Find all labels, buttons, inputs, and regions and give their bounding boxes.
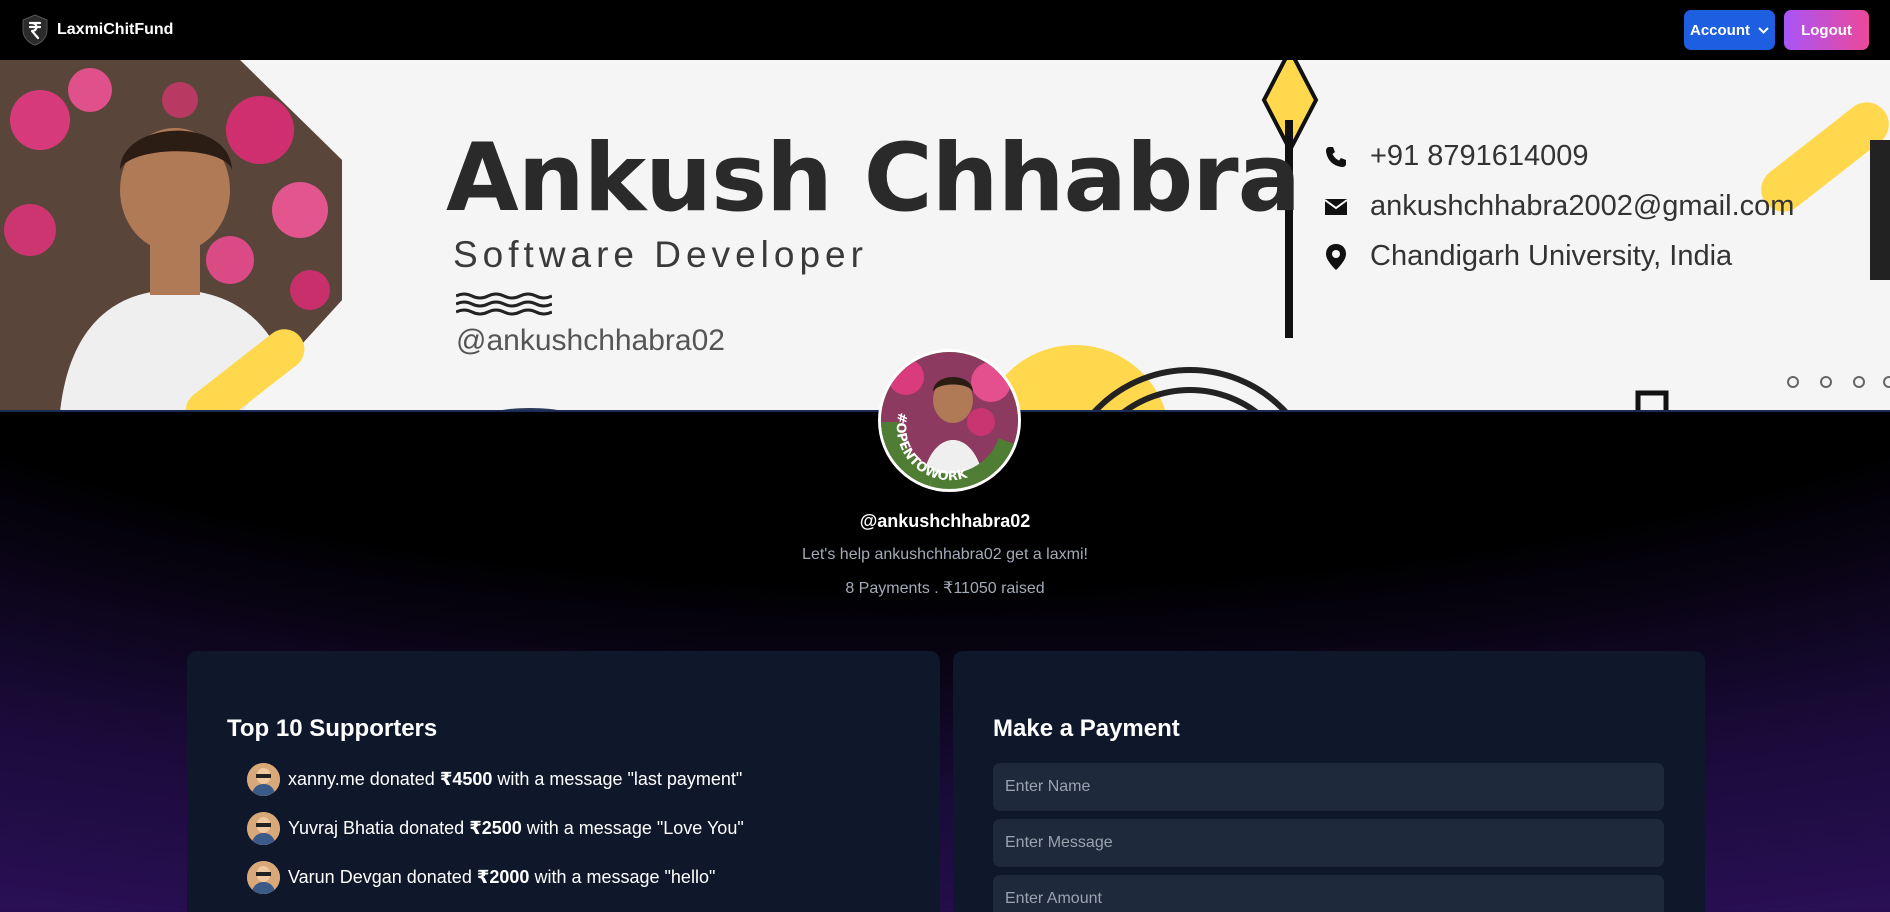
profile-avatar: #OPENTOWORK — [878, 349, 1021, 492]
navbar: LaxmiChitFund Account Logout — [0, 0, 1890, 60]
payment-panel: Make a Payment — [953, 651, 1705, 912]
supporter-item: xanny.me donated ₹4500 with a message "l… — [247, 755, 900, 804]
account-dropdown-button[interactable]: Account — [1684, 10, 1775, 50]
supporter-avatar — [247, 861, 280, 894]
supporter-amount: ₹2000 — [476, 867, 530, 887]
supporters-panel: Top 10 Supporters xanny.me donated ₹4500… — [187, 651, 940, 912]
with-message-text: with a message — [534, 867, 660, 887]
wave-decoration — [456, 292, 552, 316]
mail-icon — [1324, 198, 1348, 215]
cover-name: Ankush Chhabra — [446, 124, 1301, 233]
supporters-title: Top 10 Supporters — [227, 715, 438, 742]
nav-actions: Account Logout — [1684, 10, 1869, 50]
supporter-message: "Love You" — [656, 818, 744, 838]
profile-tagline: Let's help ankushchhabra02 get a laxmi! — [802, 546, 1088, 563]
donated-word: donated — [399, 818, 465, 838]
amount-input[interactable] — [993, 875, 1664, 912]
contact-location: Chandigarh University, India — [1324, 240, 1732, 273]
supporter-avatar — [247, 812, 280, 845]
supporter-name: Yuvraj Bhatia — [288, 818, 395, 838]
cover-handle: @ankushchhabra02 — [456, 324, 725, 357]
account-label: Account — [1690, 21, 1750, 39]
supporter-amount: ₹4500 — [439, 769, 493, 789]
with-message-text: with a message — [526, 818, 652, 838]
donated-word: donated — [406, 867, 472, 887]
supporter-item: Varun Devgan donated ₹2000 with a messag… — [247, 853, 900, 902]
logout-button[interactable]: Logout — [1784, 10, 1869, 50]
brand-name: LaxmiChitFund — [57, 21, 174, 38]
profile-stats: 8 Payments . ₹11050 raised — [845, 580, 1045, 597]
supporter-name: Varun Devgan — [288, 867, 402, 887]
cover-role: Software Developer — [453, 234, 868, 275]
with-message-text: with a message — [497, 769, 623, 789]
location-pin-icon — [1326, 243, 1346, 270]
supporter-avatar — [247, 763, 280, 796]
brand[interactable]: LaxmiChitFund — [21, 14, 173, 46]
phone-icon — [1326, 146, 1346, 167]
email-text: ankushchhabra2002@gmail.com — [1370, 190, 1795, 222]
chevron-down-icon — [1758, 26, 1769, 34]
supporter-message: "last payment" — [627, 769, 743, 789]
supporter-name: xanny.me — [288, 769, 365, 789]
supporter-message: "hello" — [664, 867, 716, 887]
rupee-shield-icon — [21, 14, 49, 46]
contact-email: ankushchhabra2002@gmail.com — [1324, 190, 1794, 223]
message-input[interactable] — [993, 819, 1664, 867]
contact-phone: +91 8791614009 — [1324, 140, 1589, 173]
phone-text: +91 8791614009 — [1370, 140, 1589, 172]
supporter-item: Yuvraj Bhatia donated ₹2500 with a messa… — [247, 804, 900, 853]
name-input[interactable] — [993, 763, 1664, 811]
supporters-list: xanny.me donated ₹4500 with a message "l… — [227, 755, 900, 902]
donated-word: donated — [369, 769, 435, 789]
profile-handle: @ankushchhabra02 — [859, 511, 1031, 531]
location-text: Chandigarh University, India — [1370, 240, 1733, 272]
supporter-amount: ₹2500 — [469, 818, 522, 838]
payment-title: Make a Payment — [993, 715, 1180, 742]
